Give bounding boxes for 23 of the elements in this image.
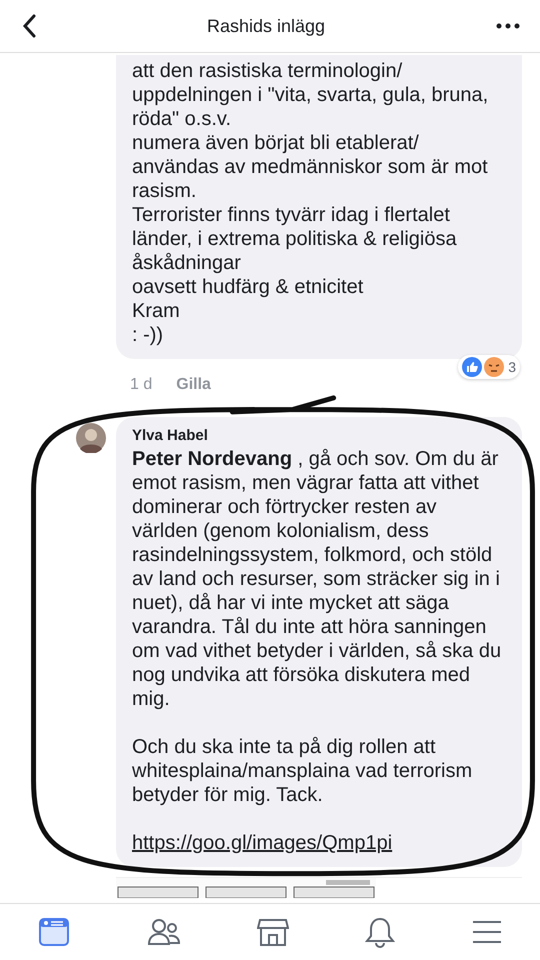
comment-text: Kram xyxy=(132,299,181,323)
comment-text: oavsett hudfärg & etnicitet xyxy=(132,275,364,299)
reactions-badge[interactable]: 3 xyxy=(458,355,520,379)
reaction-count: 3 xyxy=(508,359,516,375)
page-title: Rashids inlägg xyxy=(206,16,326,36)
shop-icon xyxy=(256,917,289,947)
comment-text: Och du ska inte ta på dig rollen att whitesplaina/mansplaina vad terrorism betyder för mig. Tack. xyxy=(132,735,474,807)
bell-icon xyxy=(365,916,396,948)
comment-link[interactable]: https://goo.gl/images/Qmp1pi xyxy=(132,832,392,854)
comment-text: numera även börjat bli etablerat/ användas av medmänniskor som är mot rasism. xyxy=(132,131,489,203)
comment-text: : -)) xyxy=(132,323,164,347)
thumbs-up-icon xyxy=(462,357,482,377)
people-icon xyxy=(146,917,181,947)
comment-author[interactable]: Ylva Habel xyxy=(132,427,502,444)
news-feed-icon xyxy=(38,917,70,947)
menu-icon xyxy=(472,919,502,945)
comment-text: Peter Nordevang , gå och sov. Om du är emot rasism, men vägrar fatta att vithet dominerar och förtrycker resten av världen (genom kolonialism, dess rasindelningssystem, folkmord, och stöld av land och resurser, som sträcker sig in i nuet), då har vi inte mycket att säga varandra. Tål du inte att höra sanningen om vad vithet betyder i världen, så ska du nog undvika att försöka diskutera med mig. xyxy=(132,447,502,711)
comment-text: att den rasistiska terminologin/ uppdelningen i "vita, svarta, gula, bruna, röda" o.s.v. xyxy=(132,59,490,131)
comment-time: 1 d xyxy=(130,376,152,394)
avatar xyxy=(76,423,106,453)
more-icon xyxy=(496,23,520,29)
back-icon xyxy=(22,14,36,38)
angry-face-icon xyxy=(484,357,504,377)
